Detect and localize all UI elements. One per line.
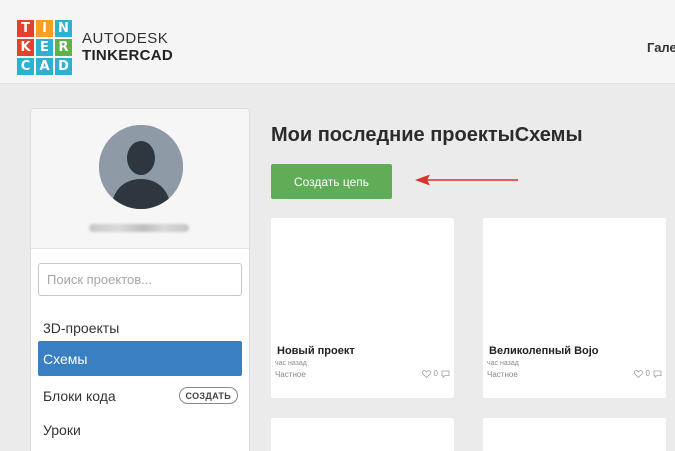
sidebar-item-lessons[interactable]: Уроки <box>38 412 242 447</box>
logo-letter: K <box>17 39 34 56</box>
logo-letter: T <box>17 20 34 37</box>
avatar[interactable] <box>99 125 183 209</box>
brand-wordmark[interactable]: AUTODESK TINKERCAD <box>82 30 173 64</box>
project-card[interactable]: Новый проект час назад Частное 0 <box>271 218 454 398</box>
logo-letter: C <box>17 58 34 75</box>
project-privacy: Частное <box>275 370 306 379</box>
project-time: час назад <box>487 360 519 367</box>
create-codeblocks-button[interactable]: СОЗДАТЬ <box>178 387 238 404</box>
project-stats: 0 <box>421 369 450 378</box>
username-redacted <box>89 224 189 232</box>
nav-gallery-link[interactable]: Гале <box>647 40 675 55</box>
brand-tinkercad: TINKERCAD <box>82 47 174 64</box>
project-privacy: Частное <box>487 370 518 379</box>
project-time: час назад <box>275 360 307 367</box>
tinkercad-logo[interactable]: T I N K E R C A D <box>17 20 73 76</box>
project-card[interactable] <box>271 418 454 451</box>
top-header: T I N K E R C A D AUTODESK TINKERCAD Гал… <box>0 0 675 84</box>
logo-letter: I <box>36 20 53 37</box>
profile-panel <box>31 109 249 249</box>
project-card[interactable]: Великолепный Bojo час назад Частное 0 <box>483 218 666 398</box>
logo-letter: R <box>55 39 72 56</box>
annotation-arrow-icon <box>415 174 518 186</box>
project-stats: 0 <box>633 369 662 378</box>
sidebar: 3D-проекты Схемы Блоки кода СОЗДАТЬ Урок… <box>30 108 250 451</box>
search-projects-input[interactable] <box>38 263 242 296</box>
create-circuit-button[interactable]: Создать цепь <box>271 164 392 199</box>
project-title[interactable]: Новый проект <box>277 345 355 357</box>
heart-icon <box>633 369 643 378</box>
logo-letter: A <box>36 58 53 75</box>
sidebar-item-codeblocks[interactable]: Блоки кода СОЗДАТЬ <box>38 378 242 413</box>
brand-autodesk: AUTODESK <box>82 30 169 47</box>
sidebar-item-label: Уроки <box>43 421 81 438</box>
logo-letter: N <box>55 20 72 37</box>
page-title: Мои последние проектыСхемы <box>271 124 583 146</box>
likes-count: 0 <box>645 369 650 378</box>
heart-icon <box>421 369 431 378</box>
sidebar-item-label: Блоки кода <box>43 387 116 404</box>
logo-letter: D <box>55 58 72 75</box>
comment-icon <box>653 370 662 378</box>
comment-icon <box>441 370 450 378</box>
sidebar-item-circuits[interactable]: Схемы <box>38 341 242 376</box>
likes-count: 0 <box>433 369 438 378</box>
sidebar-item-label: Схемы <box>43 350 88 367</box>
user-silhouette-icon <box>99 125 183 209</box>
project-card[interactable] <box>483 418 666 451</box>
logo-letter: E <box>36 39 53 56</box>
project-title[interactable]: Великолепный Bojo <box>489 345 599 357</box>
sidebar-item-3d[interactable]: 3D-проекты <box>38 310 242 345</box>
sidebar-item-label: 3D-проекты <box>43 319 120 336</box>
